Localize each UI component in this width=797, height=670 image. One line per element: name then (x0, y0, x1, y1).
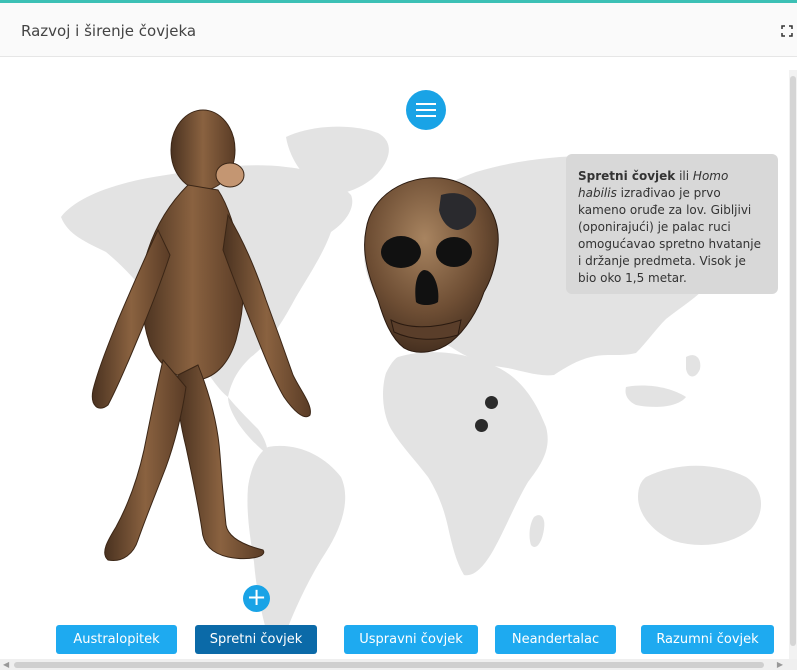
page-title: Razvoj i širenje čovjeka (21, 22, 197, 40)
info-text: izrađivao je prvo kameno oruđe za lov. G… (578, 186, 761, 285)
expand-icon[interactable] (781, 25, 793, 37)
info-box: Spretni čovjek ili Homo habilis izrađiva… (566, 154, 778, 294)
horizontal-scroll-thumb[interactable] (14, 662, 764, 668)
species-tabs: Australopitek Spretni čovjek Uspravni čo… (6, 625, 793, 655)
homo-habilis-figure (91, 109, 311, 562)
tab-australopitek[interactable]: Australopitek (56, 625, 177, 654)
tab-neandertalac[interactable]: Neandertalac (495, 625, 616, 654)
location-pin-2[interactable] (475, 419, 488, 432)
header-bar: Razvoj i širenje čovjeka (0, 3, 797, 57)
homo-habilis-skull (364, 177, 499, 353)
info-connector: ili (675, 169, 693, 183)
plus-icon[interactable]: + (243, 585, 270, 612)
tab-spretni-covjek[interactable]: Spretni čovjek (195, 625, 317, 654)
location-pin-1[interactable] (485, 396, 498, 409)
info-name: Spretni čovjek (578, 169, 676, 183)
scroll-left-icon[interactable]: ◀ (3, 660, 9, 669)
tab-uspravni-covjek[interactable]: Uspravni čovjek (344, 625, 478, 654)
vertical-scrollbar[interactable] (789, 70, 797, 660)
tab-razumni-covjek[interactable]: Razumni čovjek (641, 625, 774, 654)
horizontal-scrollbar[interactable]: ◀ ▶ (0, 659, 797, 670)
vertical-scroll-thumb[interactable] (790, 76, 796, 646)
scroll-right-icon[interactable]: ▶ (777, 660, 783, 669)
interactive-stage: Spretni čovjek ili Homo habilis izrađiva… (6, 57, 793, 659)
hamburger-menu-icon[interactable] (406, 90, 446, 130)
